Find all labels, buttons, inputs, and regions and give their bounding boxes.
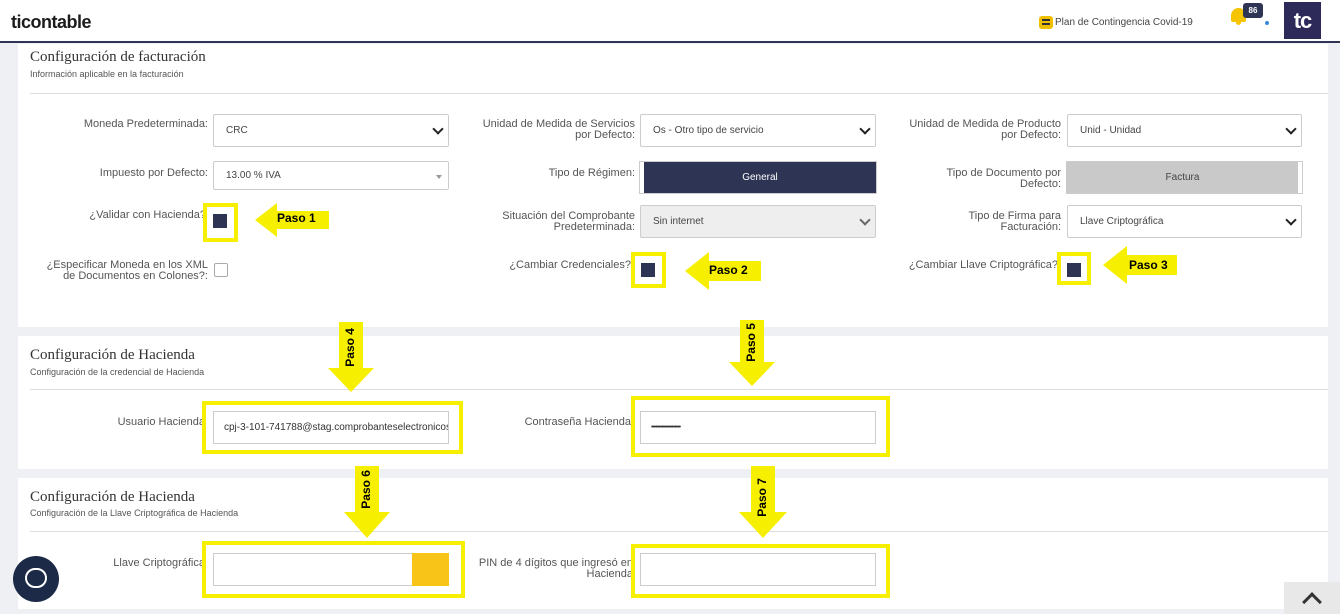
unidad-servicio-select[interactable]: Os - Otro tipo de servicio <box>640 114 876 147</box>
moneda-value: CRC <box>226 125 248 136</box>
top-bar: ticontable Plan de Contingencia Covid-19… <box>0 0 1340 43</box>
covid-plan-link[interactable]: Plan de Contingencia Covid-19 <box>1039 12 1193 32</box>
regimen-toggle[interactable]: General <box>639 161 877 194</box>
moneda-label: Moneda Predeterminada: <box>83 118 208 130</box>
caret-down-icon <box>436 175 442 179</box>
impuesto-select[interactable]: 13.00 % IVA <box>213 161 449 190</box>
highlight-paso4 <box>202 401 463 454</box>
tipo-documento-label: Tipo de Documento por Defecto: <box>946 167 1061 190</box>
divider <box>30 389 1328 390</box>
divider <box>30 93 1328 94</box>
billing-title: Configuración de facturación <box>30 49 206 65</box>
firma-select[interactable]: Llave Criptográfica <box>1067 205 1302 238</box>
paso7-label: Paso 7 <box>755 478 769 517</box>
highlight-paso2 <box>631 252 666 288</box>
chat-icon <box>25 568 47 588</box>
covid-plan-icon <box>1039 15 1053 29</box>
validar-label: ¿Validar con Hacienda? <box>89 209 206 221</box>
hacienda-cred-title: Configuración de Hacienda <box>30 347 195 363</box>
paso2-label: Paso 2 <box>709 263 748 277</box>
chevron-down-icon <box>1285 214 1297 226</box>
firma-label: Tipo de Firma para Facturación: <box>968 210 1061 233</box>
tipo-documento-toggle[interactable]: Factura <box>1066 161 1303 194</box>
impuesto-value: 13.00 % IVA <box>226 170 281 181</box>
highlight-paso3 <box>1057 252 1091 285</box>
chevron-up-icon <box>1302 592 1322 612</box>
highlight-paso6 <box>202 541 465 598</box>
pin-label: PIN de 4 dígitos que ingresó en Hacienda <box>478 557 633 580</box>
paso4-label: Paso 4 <box>343 328 357 367</box>
unidad-producto-label: Unidad de Medida de Producto por Defecto… <box>909 118 1061 141</box>
status-dot <box>1265 21 1269 25</box>
paso5-label: Paso 5 <box>744 323 758 362</box>
highlight-paso7 <box>631 544 890 598</box>
scroll-to-top-button[interactable] <box>1284 582 1340 614</box>
paso3-label: Paso 3 <box>1129 258 1168 272</box>
divider <box>30 531 1328 532</box>
situacion-value: Sin internet <box>653 216 704 227</box>
contrasena-label: Contraseña Hacienda <box>524 416 631 428</box>
unidad-servicio-label: Unidad de Medida de Servicios por Defect… <box>482 118 635 141</box>
regimen-label: Tipo de Régimen: <box>548 167 635 179</box>
firma-value: Llave Criptográfica <box>1080 216 1164 227</box>
especificar-moneda-checkbox[interactable] <box>214 263 228 277</box>
situacion-select[interactable]: Sin internet <box>640 205 876 238</box>
llave-label: Llave Criptográfica <box>113 557 205 569</box>
paso6-label: Paso 6 <box>359 470 373 509</box>
usuario-label: Usuario Hacienda <box>117 416 205 428</box>
cambiar-llave-label: ¿Cambiar Llave Criptográfica? <box>908 259 1058 271</box>
chevron-down-icon <box>432 123 444 135</box>
cambiar-credenciales-label: ¿Cambiar Credenciales? <box>509 259 631 271</box>
paso1-label: Paso 1 <box>277 211 316 225</box>
highlight-paso5 <box>631 396 890 457</box>
billing-subtitle: Información aplicable en la facturación <box>30 69 184 79</box>
app-logo[interactable]: ticontable <box>11 12 92 33</box>
impuesto-label: Impuesto por Defecto: <box>99 167 208 179</box>
covid-plan-label: Plan de Contingencia Covid-19 <box>1055 16 1193 28</box>
chevron-down-icon <box>859 123 871 135</box>
chevron-down-icon <box>859 214 871 226</box>
notification-badge: 86 <box>1243 3 1263 18</box>
unidad-producto-select[interactable]: Unid - Unidad <box>1067 114 1302 147</box>
especificar-moneda-label: ¿Especificar Moneda en los XML de Docume… <box>46 259 208 282</box>
unidad-servicio-value: Os - Otro tipo de servicio <box>653 125 764 136</box>
hacienda-cred-subtitle: Configuración de la credencial de Hacien… <box>30 367 205 377</box>
chevron-down-icon <box>1285 123 1297 135</box>
situacion-label: Situación del Comprobante Predeterminada… <box>502 210 635 233</box>
unidad-producto-value: Unid - Unidad <box>1080 125 1142 136</box>
moneda-select[interactable]: CRC <box>213 114 449 147</box>
chat-button[interactable] <box>13 556 59 602</box>
hacienda-llave-title: Configuración de Hacienda <box>30 489 195 505</box>
avatar[interactable]: tc <box>1284 2 1321 39</box>
hacienda-llave-subtitle: Configuración de la Llave Criptográfica … <box>30 508 239 518</box>
highlight-paso1 <box>203 203 238 242</box>
